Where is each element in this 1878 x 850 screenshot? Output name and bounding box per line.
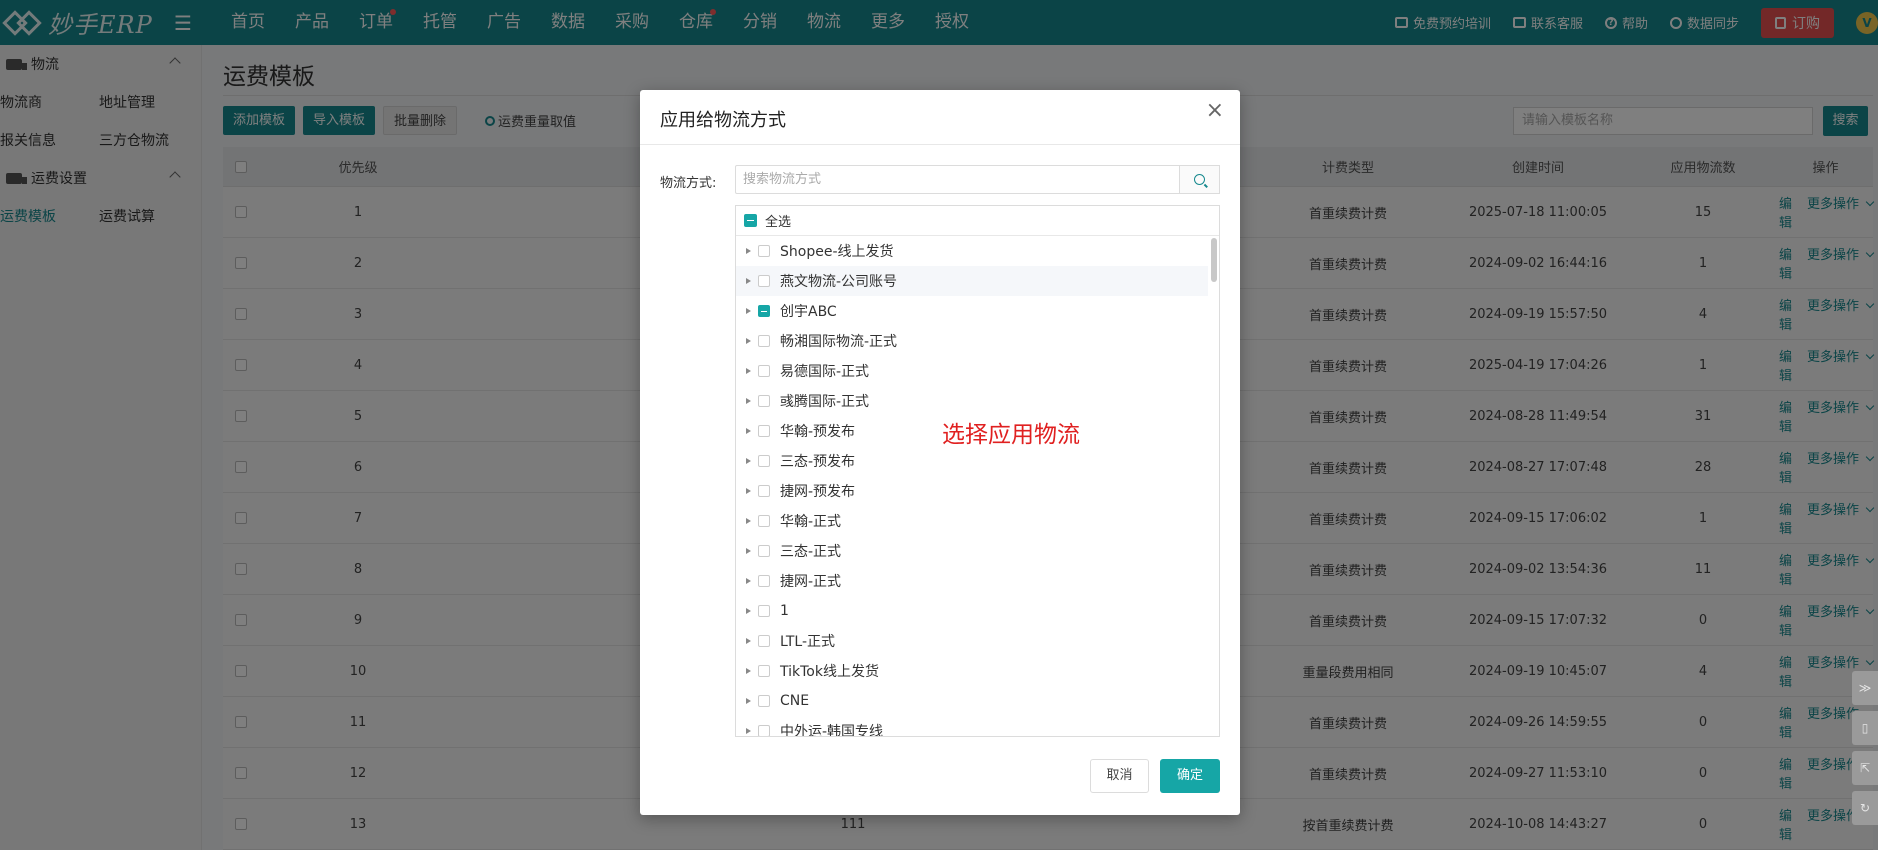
tree-item-checkbox[interactable] — [758, 575, 770, 587]
tree-item-checkbox[interactable] — [758, 365, 770, 377]
share-icon[interactable]: ⇱ — [1852, 751, 1878, 785]
refresh-icon[interactable]: ↻ — [1852, 791, 1878, 825]
tree-item-label: LTL-正式 — [780, 634, 836, 650]
close-icon[interactable]: × — [1206, 100, 1224, 122]
cancel-button[interactable]: 取消 — [1090, 759, 1149, 793]
tree-item-checkbox[interactable] — [758, 275, 770, 287]
shipping-search-button[interactable] — [1179, 165, 1220, 194]
tree-item-checkbox[interactable] — [758, 245, 770, 257]
tree-item-checkbox[interactable] — [758, 665, 770, 677]
expand-arrow-icon[interactable] — [746, 338, 751, 344]
tree-item[interactable]: 燕文物流-公司账号 — [736, 266, 1208, 296]
tree-item-label: 1 — [780, 603, 789, 619]
tree-item-label: 华翰-正式 — [780, 514, 842, 530]
expand-arrow-icon[interactable] — [746, 398, 751, 404]
select-all-checkbox-indeterminate[interactable] — [744, 214, 757, 227]
tree-item-checkbox[interactable] — [758, 515, 770, 527]
expand-arrow-icon[interactable] — [746, 248, 751, 254]
tree-item[interactable]: 中外运-韩国专线 — [736, 716, 1208, 737]
expand-arrow-icon[interactable] — [746, 368, 751, 374]
tree-item-list: Shopee-线上发货 燕文物流-公司账号 创宇ABC 畅湘国际物流-正式 易德国际-正… — [736, 236, 1219, 737]
tree-item-label: 华翰-预发布 — [780, 424, 856, 440]
tree-item-checkbox[interactable] — [758, 455, 770, 467]
tree-item-checkbox[interactable] — [758, 425, 770, 437]
select-all-label: 全选 — [765, 215, 792, 230]
tree-item-label: CNE — [780, 693, 810, 709]
expand-arrow-icon[interactable] — [746, 488, 751, 494]
apply-logistics-modal: 应用给物流方式 × 物流方式: 全选 Shopee-线上发货燕文物流-公司账号创… — [640, 90, 1240, 815]
tree-item-label: TikTok线上发货 — [780, 664, 879, 680]
tree-item-checkbox[interactable] — [758, 605, 770, 617]
tree-scrollbar[interactable] — [1211, 238, 1217, 282]
expand-arrow-icon[interactable] — [746, 548, 751, 554]
expand-arrow-icon[interactable] — [746, 518, 751, 524]
expand-arrow-icon[interactable] — [746, 698, 751, 704]
tree-item[interactable]: 彧腾国际-正式 — [736, 386, 1208, 416]
expand-arrow-icon[interactable] — [746, 608, 751, 614]
tree-item[interactable]: 1 — [736, 596, 1208, 626]
expand-arrow-icon[interactable] — [746, 458, 751, 464]
search-icon — [1194, 174, 1205, 185]
tree-item[interactable]: 畅湘国际物流-正式 — [736, 326, 1208, 356]
tree-item-label: 三态-正式 — [780, 544, 842, 560]
tree-item-label: 创宇ABC — [780, 304, 837, 320]
expand-arrow-icon[interactable] — [746, 728, 751, 734]
tree-item-label: Shopee-线上发货 — [780, 244, 894, 260]
shipping-method-label: 物流方式: — [660, 176, 717, 191]
shipping-method-search-input[interactable] — [735, 165, 1180, 194]
expand-arrow-icon[interactable] — [746, 668, 751, 674]
tree-item-checkbox[interactable] — [758, 395, 770, 407]
tree-item-label: 三态-预发布 — [780, 454, 856, 470]
tree-item[interactable]: 易德国际-正式 — [736, 356, 1208, 386]
tree-item-checkbox[interactable] — [758, 485, 770, 497]
expand-icon[interactable]: ≫ — [1852, 671, 1878, 705]
tree-item-label: 彧腾国际-正式 — [780, 394, 870, 410]
tree-item[interactable]: CNE — [736, 686, 1208, 716]
tree-item-label: 捷网-预发布 — [780, 484, 856, 500]
tree-item-checkbox[interactable] — [758, 305, 770, 317]
tree-item[interactable]: 三态-正式 — [736, 536, 1208, 566]
tree-item[interactable]: 创宇ABC — [736, 296, 1208, 326]
tree-item[interactable]: TikTok线上发货 — [736, 656, 1208, 686]
tree-item-checkbox[interactable] — [758, 695, 770, 707]
expand-arrow-icon[interactable] — [746, 278, 751, 284]
float-toolbar: ≫ ▯ ⇱ ↻ — [1852, 671, 1878, 825]
tree-item-label: 易德国际-正式 — [780, 364, 870, 380]
annotation-text: 选择应用物流 — [942, 422, 1080, 448]
tree-item-checkbox[interactable] — [758, 545, 770, 557]
tree-item-label: 捷网-正式 — [780, 574, 842, 590]
confirm-button[interactable]: 确定 — [1160, 759, 1220, 793]
tree-item[interactable]: 捷网-预发布 — [736, 476, 1208, 506]
expand-arrow-icon[interactable] — [746, 428, 751, 434]
phone-icon[interactable]: ▯ — [1852, 711, 1878, 745]
tree-item-label: 畅湘国际物流-正式 — [780, 334, 898, 350]
select-all-row[interactable]: 全选 — [736, 206, 1219, 236]
expand-arrow-icon[interactable] — [746, 578, 751, 584]
expand-arrow-icon[interactable] — [746, 638, 751, 644]
tree-item-checkbox[interactable] — [758, 635, 770, 647]
tree-item-label: 中外运-韩国专线 — [780, 724, 884, 737]
tree-item-checkbox[interactable] — [758, 335, 770, 347]
tree-item-checkbox[interactable] — [758, 725, 770, 736]
tree-item[interactable]: 三态-预发布 — [736, 446, 1208, 476]
expand-arrow-icon[interactable] — [746, 308, 751, 314]
shipping-method-tree: 全选 Shopee-线上发货 燕文物流-公司账号 创宇ABC 畅湘国际物流-正式 易德国… — [735, 205, 1220, 737]
tree-item-label: 燕文物流-公司账号 — [780, 274, 898, 290]
tree-item[interactable]: Shopee-线上发货 — [736, 236, 1208, 266]
tree-item[interactable]: 华翰-正式 — [736, 506, 1208, 536]
tree-item[interactable]: 捷网-正式 — [736, 566, 1208, 596]
modal-divider — [640, 144, 1240, 145]
modal-title: 应用给物流方式 — [660, 110, 786, 131]
tree-item[interactable]: LTL-正式 — [736, 626, 1208, 656]
